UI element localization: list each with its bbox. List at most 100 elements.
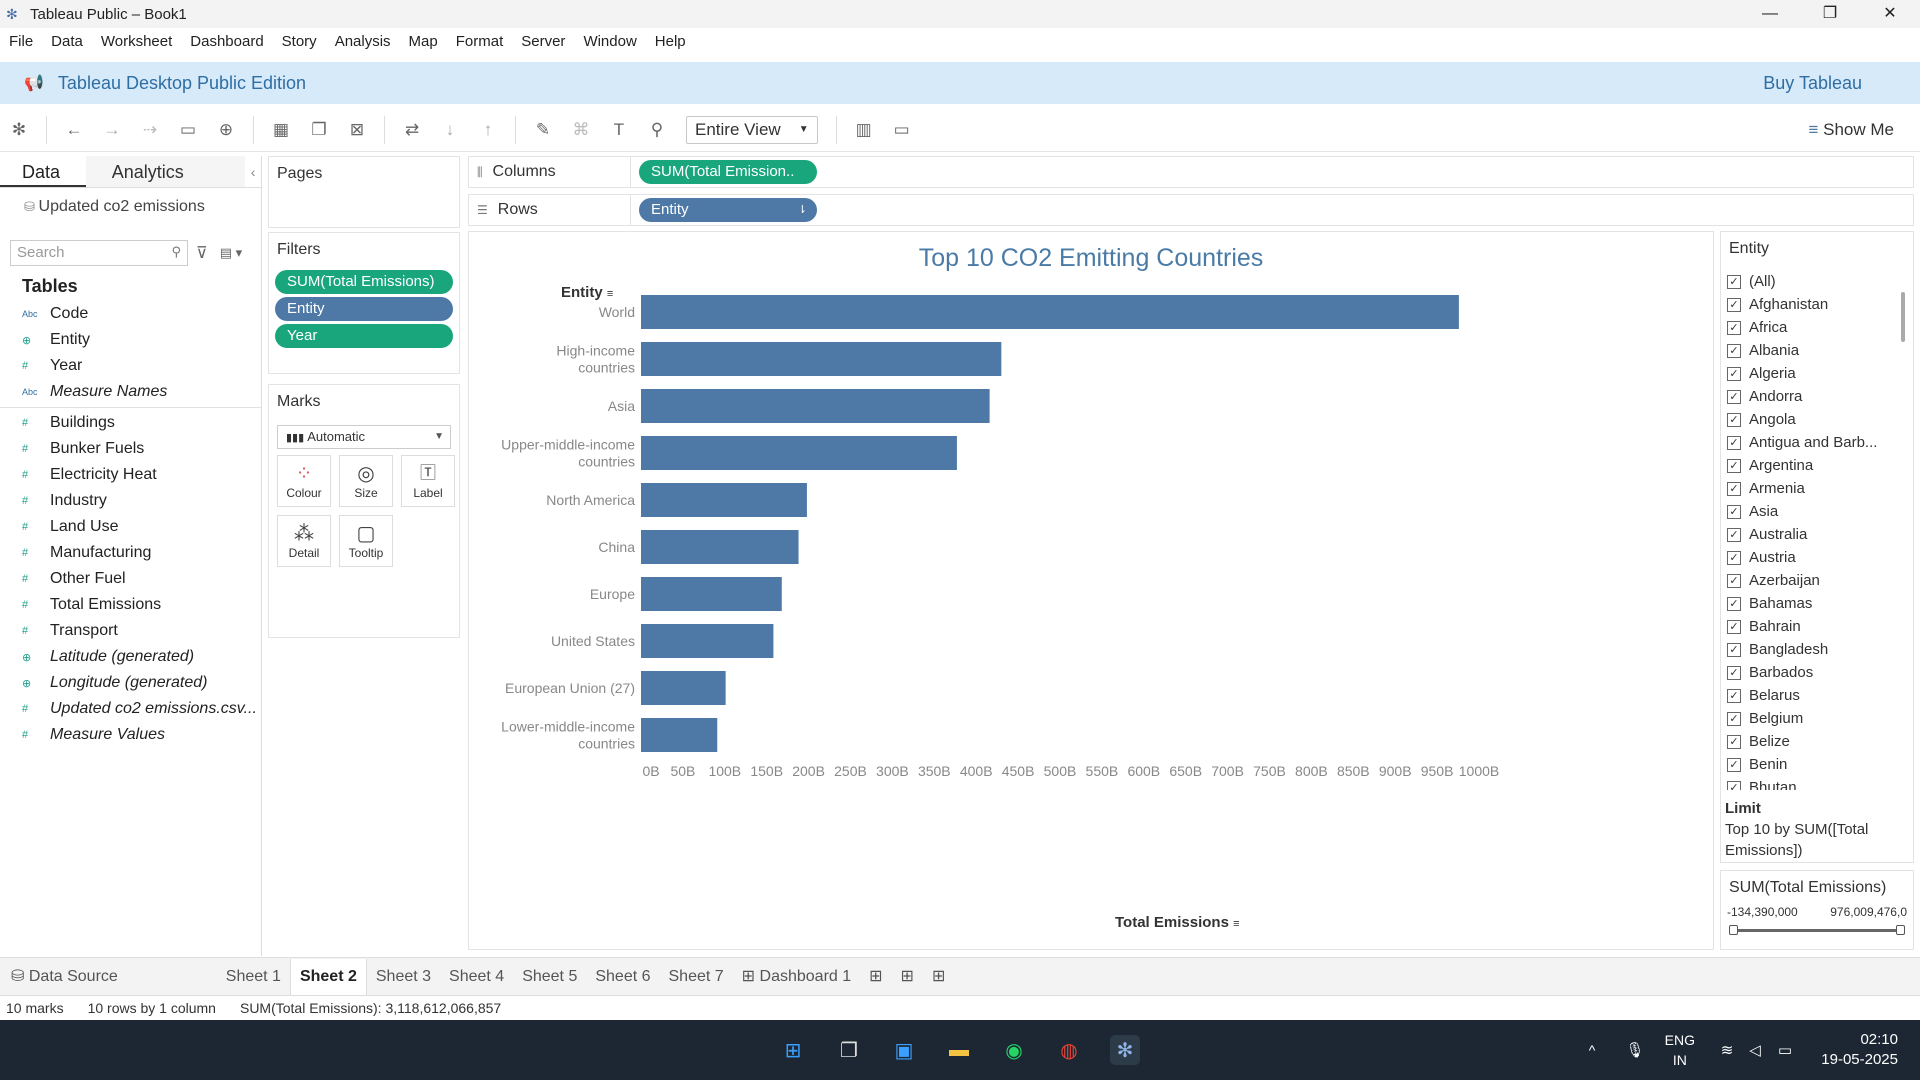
slider-max-handle[interactable] bbox=[1896, 925, 1905, 935]
datasource-item[interactable]: ⛁ Updated co2 emissions bbox=[0, 188, 261, 232]
columns-shelf[interactable]: ⫼ Columns SUM(Total Emission.. bbox=[468, 156, 1914, 188]
checkbox-checked-icon[interactable]: ✓ bbox=[1727, 780, 1741, 790]
menu-data[interactable]: Data bbox=[42, 28, 92, 56]
field-item[interactable]: # Land Use bbox=[0, 514, 261, 540]
tab-sheet-3[interactable]: Sheet 3 bbox=[367, 959, 440, 995]
undo-icon[interactable]: ← bbox=[59, 115, 89, 145]
slider-min-handle[interactable] bbox=[1729, 925, 1738, 935]
entity-checkbox-item[interactable]: ✓ Albania bbox=[1727, 339, 1903, 362]
tab-sheet-7[interactable]: Sheet 7 bbox=[660, 959, 733, 995]
checkbox-checked-icon[interactable]: ✓ bbox=[1727, 596, 1741, 611]
bar[interactable] bbox=[641, 342, 1002, 376]
new-dashboard-icon[interactable]: ⊞ bbox=[892, 959, 923, 995]
wifi-icon[interactable]: ≋ bbox=[1712, 1035, 1742, 1065]
restore-button[interactable]: ❐ bbox=[1800, 0, 1860, 28]
tableau-taskbar-icon[interactable]: ✻ bbox=[1110, 1035, 1140, 1065]
entity-checkbox-item[interactable]: ✓ Belgium bbox=[1727, 707, 1903, 730]
presentation-mode-icon[interactable]: ▭ bbox=[887, 115, 917, 145]
tab-sheet-2[interactable]: Sheet 2 bbox=[289, 958, 367, 995]
entity-checkbox-item[interactable]: ✓ Angola bbox=[1727, 408, 1903, 431]
field-item[interactable]: # Manufacturing bbox=[0, 540, 261, 566]
entity-checkbox-item[interactable]: ✓ Benin bbox=[1727, 753, 1903, 776]
checkbox-checked-icon[interactable]: ✓ bbox=[1727, 412, 1741, 427]
entity-checkbox-item[interactable]: ✓ Asia bbox=[1727, 500, 1903, 523]
bar[interactable] bbox=[641, 436, 957, 470]
entity-checkbox-item[interactable]: ✓ Austria bbox=[1727, 546, 1903, 569]
chrome-icon[interactable]: ◍ bbox=[1054, 1035, 1084, 1065]
checkbox-checked-icon[interactable]: ✓ bbox=[1727, 688, 1741, 703]
category-label[interactable]: Lower-middle-income countries bbox=[501, 719, 635, 752]
store-icon[interactable]: ▣ bbox=[889, 1035, 919, 1065]
checkbox-checked-icon[interactable]: ✓ bbox=[1727, 366, 1741, 381]
clear-sheet-icon[interactable]: ⊠ bbox=[342, 115, 372, 145]
category-label[interactable]: Asia bbox=[608, 398, 635, 414]
replay-icon[interactable]: ⇢ bbox=[135, 115, 165, 145]
entity-checkbox-item[interactable]: ✓ Argentina bbox=[1727, 454, 1903, 477]
field-item[interactable]: # Total Emissions bbox=[0, 592, 261, 618]
tab-sheet-1[interactable]: Sheet 1 bbox=[217, 959, 290, 995]
marks-size-button[interactable]: ◎ Size bbox=[339, 455, 393, 507]
field-item[interactable]: # Updated co2 emissions.csv... bbox=[0, 696, 261, 722]
entity-checkbox-item[interactable]: ✓ Australia bbox=[1727, 523, 1903, 546]
field-item[interactable]: # Year bbox=[0, 353, 261, 379]
windows-start-icon[interactable]: ⊞ bbox=[778, 1035, 808, 1065]
bar[interactable] bbox=[641, 624, 774, 658]
battery-icon[interactable]: ▭ bbox=[1770, 1035, 1800, 1065]
menu-window[interactable]: Window bbox=[574, 28, 645, 56]
tab-analytics[interactable]: Analytics bbox=[85, 156, 246, 187]
checkbox-checked-icon[interactable]: ✓ bbox=[1727, 665, 1741, 680]
whatsapp-icon[interactable]: ◉ bbox=[999, 1035, 1029, 1065]
field-item[interactable]: # Other Fuel bbox=[0, 566, 261, 592]
marks-tooltip-button[interactable]: ▢ Tooltip bbox=[339, 515, 393, 567]
category-label[interactable]: Upper-middle-income countries bbox=[501, 437, 635, 470]
system-clock[interactable]: 02:10 19-05-2025 bbox=[1821, 1030, 1898, 1070]
entity-checkbox-item[interactable]: ✓ Algeria bbox=[1727, 362, 1903, 385]
menu-dashboard[interactable]: Dashboard bbox=[181, 28, 272, 56]
highlight-icon[interactable]: ✎ bbox=[528, 115, 558, 145]
field-item[interactable]: # Buildings bbox=[0, 410, 261, 436]
minimize-button[interactable]: — bbox=[1740, 0, 1800, 28]
entity-checkbox-item[interactable]: ✓ Belarus bbox=[1727, 684, 1903, 707]
redo-icon[interactable]: → bbox=[97, 115, 127, 145]
checkbox-checked-icon[interactable]: ✓ bbox=[1727, 550, 1741, 565]
checkbox-checked-icon[interactable]: ✓ bbox=[1727, 711, 1741, 726]
entity-checkbox-item[interactable]: ✓ Andorra bbox=[1727, 385, 1903, 408]
entity-checkbox-item[interactable]: ✓ Bangladesh bbox=[1727, 638, 1903, 661]
filters-card[interactable]: Filters SUM(Total Emissions) Entity Year bbox=[268, 232, 460, 374]
entity-list-scrollbar[interactable] bbox=[1901, 292, 1905, 342]
field-item[interactable]: # Bunker Fuels bbox=[0, 436, 261, 462]
field-item[interactable]: # Measure Values bbox=[0, 722, 261, 748]
new-story-icon[interactable]: ⊞ bbox=[923, 959, 954, 995]
bar[interactable] bbox=[641, 671, 726, 705]
menu-server[interactable]: Server bbox=[512, 28, 574, 56]
entity-checkbox-item[interactable]: ✓ Barbados bbox=[1727, 661, 1903, 684]
menu-worksheet[interactable]: Worksheet bbox=[92, 28, 181, 56]
checkbox-checked-icon[interactable]: ✓ bbox=[1727, 458, 1741, 473]
entity-checkbox-item[interactable]: ✓ Bahamas bbox=[1727, 592, 1903, 615]
checkbox-checked-icon[interactable]: ✓ bbox=[1727, 389, 1741, 404]
marks-detail-button[interactable]: ⁂ Detail bbox=[277, 515, 331, 567]
category-label[interactable]: World bbox=[599, 304, 635, 320]
save-icon[interactable]: ▭ bbox=[173, 115, 203, 145]
menu-file[interactable]: File bbox=[0, 28, 42, 56]
filter-pill-year[interactable]: Year bbox=[275, 324, 453, 348]
checkbox-checked-icon[interactable]: ✓ bbox=[1727, 527, 1741, 542]
field-item[interactable]: ⊕ Longitude (generated) bbox=[0, 670, 261, 696]
category-label[interactable]: European Union (27) bbox=[505, 680, 635, 696]
menu-analysis[interactable]: Analysis bbox=[326, 28, 400, 56]
entity-checkbox-item[interactable]: ✓ Bhutan bbox=[1727, 776, 1903, 790]
checkbox-checked-icon[interactable]: ✓ bbox=[1727, 642, 1741, 657]
menu-help[interactable]: Help bbox=[646, 28, 695, 56]
field-item[interactable]: # Industry bbox=[0, 488, 261, 514]
entity-checkbox-item[interactable]: ✓ Bahrain bbox=[1727, 615, 1903, 638]
field-item[interactable]: ⊕ Latitude (generated) bbox=[0, 644, 261, 670]
field-item[interactable]: # Transport bbox=[0, 618, 261, 644]
entity-checkbox-item[interactable]: ✓ Azerbaijan bbox=[1727, 569, 1903, 592]
rows-pill-entity[interactable]: Entity ⇂ bbox=[639, 198, 817, 222]
chevron-up-icon[interactable]: ^ bbox=[1577, 1035, 1607, 1065]
field-item[interactable]: ⊕ Entity bbox=[0, 327, 261, 353]
checkbox-checked-icon[interactable]: ✓ bbox=[1727, 504, 1741, 519]
bar[interactable] bbox=[641, 718, 718, 752]
pin-icon[interactable]: ⚲ bbox=[642, 115, 672, 145]
marks-label-button[interactable]: 🅃 Label bbox=[401, 455, 455, 507]
